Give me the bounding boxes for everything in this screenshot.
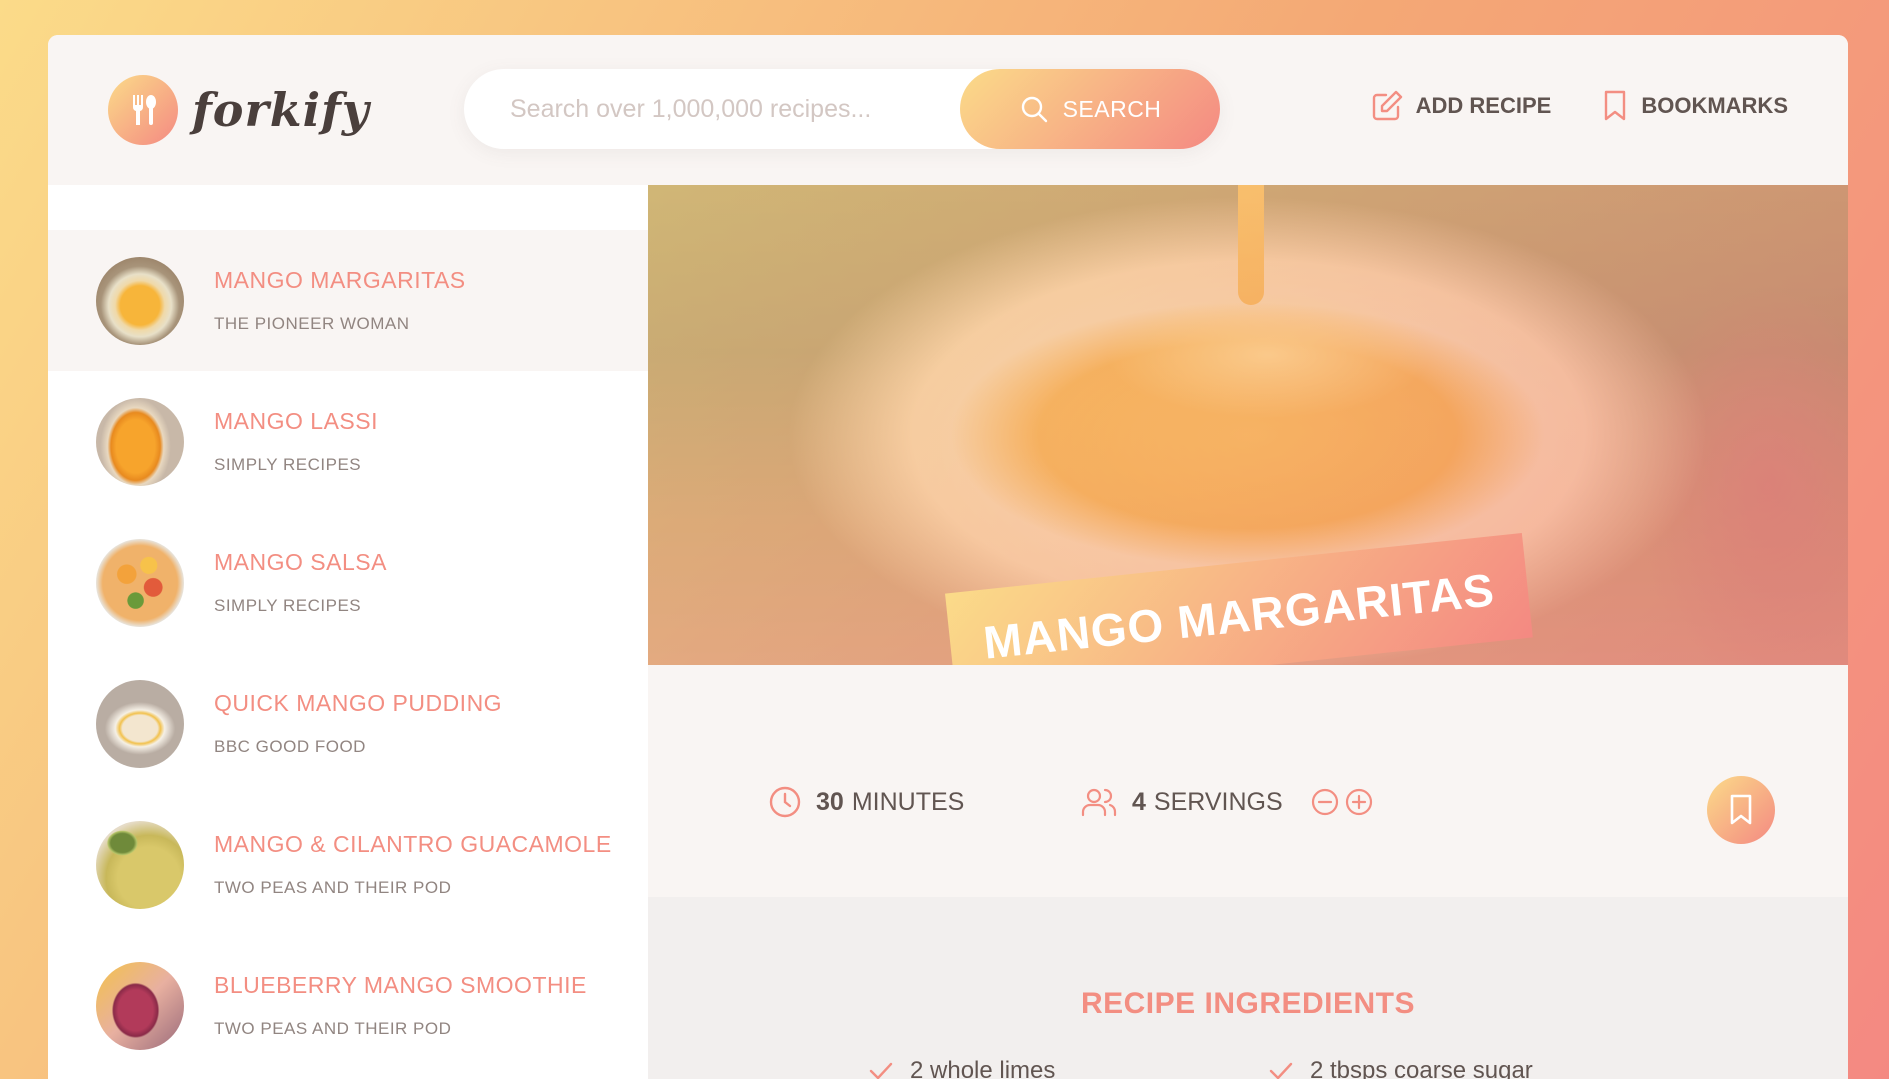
- result-item[interactable]: MANGO & CILANTRO GUACAMOLE TWO PEAS AND …: [48, 794, 648, 935]
- search-form: SEARCH: [464, 69, 1220, 149]
- search-button[interactable]: SEARCH: [960, 69, 1220, 149]
- bookmark-recipe-button[interactable]: [1707, 776, 1775, 844]
- ingredients-heading: RECIPE INGREDIENTS: [1080, 987, 1416, 1020]
- minus-circle-icon: [1311, 788, 1338, 816]
- result-publisher: SIMPLY RECIPES: [214, 596, 362, 615]
- recipe-thumbnail: [96, 820, 184, 909]
- search-results: MANGO MARGARITAS THE PIONEER WOMAN MANGO…: [48, 185, 648, 1079]
- recipe-thumbnail: [96, 538, 184, 627]
- bookmarks-button[interactable]: BOOKMARKS: [1601, 89, 1788, 123]
- fork-spoon-icon: [108, 75, 178, 145]
- app-container: forkify SEARCH ADD RECIPE: [48, 35, 1848, 1079]
- bookmarks-label: BOOKMARKS: [1641, 93, 1788, 118]
- increase-servings-button[interactable]: [1345, 788, 1373, 816]
- add-recipe-button[interactable]: ADD RECIPE: [1370, 89, 1552, 123]
- decrease-servings-button[interactable]: [1311, 788, 1339, 816]
- search-input[interactable]: [464, 69, 960, 149]
- servings: 4 SERVINGS: [1080, 785, 1373, 819]
- nav: ADD RECIPE BOOKMARKS: [1370, 89, 1788, 123]
- result-item[interactable]: MANGO SALSA SIMPLY RECIPES: [48, 512, 648, 653]
- recipe-view: MANGO MARGARITAS 30 MINUTES 4 SERVINGS R…: [648, 185, 1848, 1079]
- result-title: MANGO & CILANTRO GUACAMOLE: [214, 831, 612, 857]
- bookmark-icon: [1605, 90, 1626, 121]
- clock-icon: [769, 786, 801, 818]
- servings-unit: SERVINGS: [1153, 787, 1283, 816]
- result-publisher: TWO PEAS AND THEIR POD: [214, 878, 452, 897]
- result-title: MANGO LASSI: [214, 408, 378, 434]
- users-icon: [1081, 788, 1117, 817]
- recipe-thumbnail: [96, 256, 184, 345]
- edit-icon: [1372, 90, 1402, 121]
- recipe-ingredients: RECIPE INGREDIENTS 2 whole limes 2 tbsps…: [648, 897, 1848, 1079]
- recipe-thumbnail: [96, 961, 184, 1050]
- cooking-time-value: 30: [816, 787, 844, 816]
- search-button-label: SEARCH: [1062, 95, 1162, 122]
- search-icon: [1021, 96, 1047, 123]
- recipe-thumbnail: [96, 397, 184, 486]
- result-publisher: TWO PEAS AND THEIR POD: [214, 1019, 452, 1038]
- result-item[interactable]: MANGO LASSI SIMPLY RECIPES: [48, 371, 648, 512]
- recipe-details: 30 MINUTES 4 SERVINGS: [648, 665, 1848, 897]
- result-title: BLUEBERRY MANGO SMOOTHIE: [214, 972, 587, 998]
- servings-value: 4: [1132, 787, 1146, 816]
- result-title: QUICK MANGO PUDDING: [214, 690, 503, 716]
- logo[interactable]: forkify: [108, 75, 370, 145]
- check-icon: [869, 1062, 893, 1079]
- result-publisher: SIMPLY RECIPES: [214, 455, 362, 474]
- result-title: MANGO MARGARITAS: [214, 267, 466, 293]
- check-icon: [1269, 1062, 1293, 1079]
- header: forkify SEARCH ADD RECIPE: [48, 35, 1848, 185]
- app-name: forkify: [192, 83, 370, 137]
- ingredient-text: 2 whole limes: [910, 1057, 1056, 1079]
- result-item[interactable]: QUICK MANGO PUDDING BBC GOOD FOOD: [48, 653, 648, 794]
- ingredient-text: 2 tbsps coarse sugar: [1310, 1057, 1533, 1079]
- cooking-time-unit: MINUTES: [851, 787, 965, 816]
- cooking-time: 30 MINUTES: [768, 785, 964, 819]
- result-item[interactable]: BLUEBERRY MANGO SMOOTHIE TWO PEAS AND TH…: [48, 935, 648, 1076]
- ingredient-item: 2 tbsps coarse sugar: [1268, 1057, 1533, 1079]
- result-item[interactable]: MANGO MARGARITAS THE PIONEER WOMAN: [48, 230, 648, 371]
- recipe-thumbnail: [96, 679, 184, 768]
- plus-circle-icon: [1345, 788, 1372, 816]
- result-publisher: BBC GOOD FOOD: [214, 737, 366, 756]
- result-title: MANGO SALSA: [214, 549, 387, 575]
- add-recipe-label: ADD RECIPE: [1415, 93, 1552, 118]
- bookmark-icon: [1730, 794, 1752, 825]
- result-publisher: THE PIONEER WOMAN: [214, 314, 410, 333]
- ingredient-item: 2 whole limes: [868, 1057, 1055, 1079]
